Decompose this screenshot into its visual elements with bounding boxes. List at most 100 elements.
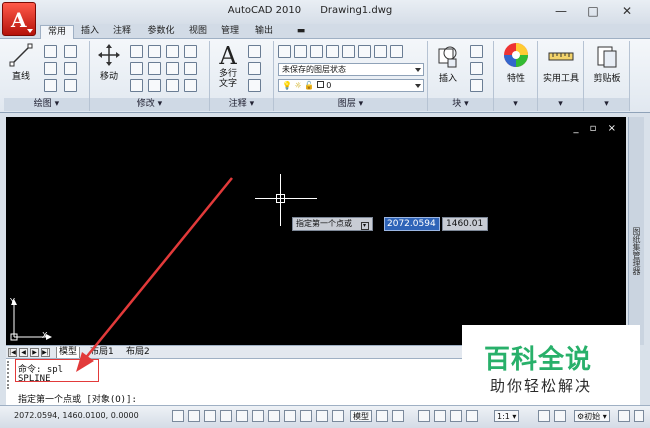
layer-walk-icon[interactable]	[390, 45, 403, 58]
pan-icon[interactable]	[418, 410, 430, 422]
polyline-icon[interactable]	[44, 45, 57, 58]
workspace-switch-dropdown[interactable]: ⚙初始 ▾	[574, 410, 610, 422]
properties-button[interactable]: 特性	[498, 41, 534, 84]
tab-parametric[interactable]: 参数化	[142, 25, 180, 39]
lineweight-icon[interactable]	[316, 410, 328, 422]
move-button[interactable]: 移动	[94, 43, 124, 82]
dynamic-input-x[interactable]: 2072.0594	[384, 217, 440, 231]
first-layout-icon[interactable]: |◀	[8, 348, 17, 357]
layer-dropdown[interactable]: 💡 ☼ 🔓 0	[278, 79, 424, 92]
layer-previous-icon[interactable]	[294, 45, 307, 58]
scale-icon[interactable]	[148, 79, 161, 92]
showmotion-icon[interactable]	[466, 410, 478, 422]
layer-lock-icon[interactable]	[358, 45, 371, 58]
rotate-icon[interactable]	[148, 45, 161, 58]
fillet-icon[interactable]	[148, 62, 161, 75]
annotation-visibility-icon[interactable]	[538, 410, 550, 422]
snap-mode-icon[interactable]	[188, 410, 200, 422]
leader-icon[interactable]	[248, 62, 261, 75]
chamfer-icon[interactable]	[184, 79, 197, 92]
mtext-button[interactable]: A 多行 文字	[214, 43, 242, 89]
array-icon[interactable]	[166, 79, 179, 92]
minimize-button[interactable]: —	[548, 2, 574, 20]
allow-ucs-icon[interactable]	[284, 410, 296, 422]
block-attribute-icon[interactable]	[470, 79, 483, 92]
drawing-canvas[interactable]: _ ▫ × Y X	[6, 117, 626, 345]
stretch-icon[interactable]	[130, 79, 143, 92]
toolbar-lock-icon[interactable]	[618, 410, 630, 422]
trim-icon[interactable]	[166, 45, 179, 58]
clipboard-button[interactable]: 剪贴板	[586, 43, 628, 84]
application-menu-button[interactable]: A	[2, 2, 36, 36]
edit-block-icon[interactable]	[470, 62, 483, 75]
panel-layers: 未保存的图层状态 💡 ☼ 🔓 0 图层 ▾	[274, 41, 428, 111]
tab-extra-icon[interactable]: ▬	[290, 25, 312, 39]
cursor-coordinates[interactable]: 2072.0594, 1460.0100, 0.0000	[14, 411, 139, 420]
insert-block-button[interactable]: 插入	[432, 43, 464, 84]
command-line-grip[interactable]	[7, 361, 13, 389]
viewport-controls[interactable]: _ ▫ ×	[573, 123, 620, 134]
layer-freeze-icon[interactable]	[342, 45, 355, 58]
auto-scale-icon[interactable]	[554, 410, 566, 422]
mirror-icon[interactable]	[130, 62, 143, 75]
utilities-label: 实用工具	[542, 74, 579, 84]
object-snap-tracking-icon[interactable]	[268, 410, 280, 422]
line-button[interactable]: 直线	[8, 43, 34, 82]
panel-label-properties[interactable]: ▾	[494, 98, 537, 111]
erase-icon[interactable]	[184, 45, 197, 58]
dynamic-input-icon[interactable]	[300, 410, 312, 422]
tab-annotate[interactable]: 注释	[108, 25, 136, 39]
linear-dimension-icon[interactable]	[248, 45, 261, 58]
model-space-button[interactable]: 模型	[350, 410, 372, 422]
layer-properties-icon[interactable]	[278, 45, 291, 58]
copy-icon[interactable]	[130, 45, 143, 58]
layer-match-icon[interactable]	[374, 45, 387, 58]
arc-icon[interactable]	[64, 45, 77, 58]
panel-label-clipboard[interactable]: ▾	[584, 98, 629, 111]
polar-tracking-icon[interactable]	[236, 410, 248, 422]
panel-label-modify[interactable]: 修改 ▾	[90, 98, 209, 111]
steering-wheel-icon[interactable]	[450, 410, 462, 422]
sheet-set-manager-palette[interactable]: 图纸集管理器	[628, 117, 644, 345]
layer-off-icon[interactable]	[326, 45, 339, 58]
layer-state-dropdown[interactable]: 未保存的图层状态	[278, 63, 424, 76]
infer-constraints-icon[interactable]	[172, 410, 184, 422]
quick-properties-icon[interactable]	[332, 410, 344, 422]
tab-manage[interactable]: 管理	[216, 25, 244, 39]
quick-view-layouts-icon[interactable]	[376, 410, 388, 422]
explode-icon[interactable]	[166, 62, 179, 75]
quick-view-drawings-icon[interactable]	[392, 410, 404, 422]
layer-isolate-icon[interactable]	[310, 45, 323, 58]
dynamic-input-y[interactable]: 1460.01	[442, 217, 488, 231]
grid-display-icon[interactable]	[204, 410, 216, 422]
panel-label-layers[interactable]: 图层 ▾	[274, 98, 427, 111]
annotation-scale-dropdown[interactable]: 1:1 ▾	[494, 410, 520, 422]
tab-output[interactable]: 输出	[250, 25, 278, 39]
utilities-button[interactable]: 实用工具	[540, 43, 582, 84]
panel-label-annotation[interactable]: 注释 ▾	[210, 98, 273, 111]
ellipse-icon[interactable]	[44, 79, 57, 92]
object-snap-icon[interactable]	[252, 410, 264, 422]
panel-label-block[interactable]: 块 ▾	[428, 98, 493, 111]
panel-label-draw[interactable]: 绘图 ▾	[4, 98, 89, 111]
options-down-icon[interactable]: ▾	[360, 222, 369, 230]
tab-home[interactable]: 常用	[40, 25, 74, 39]
circle-icon[interactable]	[44, 62, 57, 75]
clean-screen-icon[interactable]	[634, 410, 644, 422]
panel-label-utilities[interactable]: ▾	[538, 98, 583, 111]
close-button[interactable]: ✕	[614, 2, 640, 20]
create-block-icon[interactable]	[470, 45, 483, 58]
maximize-button[interactable]: □	[580, 2, 606, 20]
zoom-icon[interactable]	[434, 410, 446, 422]
ortho-mode-icon[interactable]	[220, 410, 232, 422]
tab-view[interactable]: 视图	[184, 25, 212, 39]
command-prompt[interactable]: 指定第一个点或 [对象(O)]:	[18, 392, 137, 405]
hatch-icon[interactable]	[64, 62, 77, 75]
next-layout-icon[interactable]: ▶	[30, 348, 39, 357]
offset-icon[interactable]	[184, 62, 197, 75]
last-layout-icon[interactable]: ▶|	[41, 348, 50, 357]
tab-insert[interactable]: 插入	[76, 25, 104, 39]
rectangle-icon[interactable]	[64, 79, 77, 92]
table-icon[interactable]	[248, 79, 261, 92]
prev-layout-icon[interactable]: ◀	[19, 348, 28, 357]
